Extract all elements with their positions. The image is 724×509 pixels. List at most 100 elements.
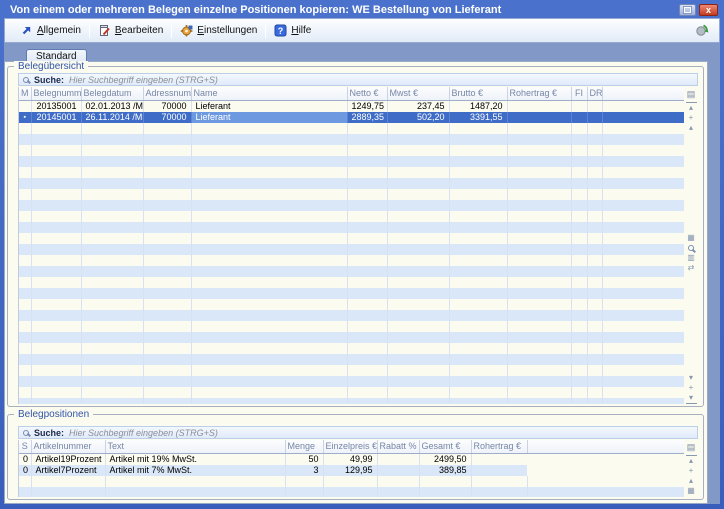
column-header[interactable]: M — [19, 87, 31, 100]
grid-view-icon[interactable]: ▦ — [686, 486, 697, 496]
list-view-icon[interactable]: ▥ — [686, 496, 697, 497]
table-row[interactable]: 0Artikel7ProzentArtikel mit 7% MwSt.3129… — [19, 465, 684, 476]
empty-row — [19, 134, 684, 145]
table-cell — [507, 100, 571, 112]
column-header[interactable] — [602, 87, 684, 100]
table-cell: 0 — [19, 453, 31, 465]
empty-row — [19, 200, 684, 211]
empty-row — [19, 288, 684, 299]
toolbar-separator — [171, 24, 172, 38]
restore-button[interactable] — [679, 4, 696, 16]
column-header[interactable]: Text — [105, 440, 285, 453]
column-header[interactable]: DR — [587, 87, 602, 100]
menu-hilfe[interactable]: ? Hilfe — [267, 22, 318, 39]
search-label: Suche: — [34, 428, 64, 438]
belege-table: MBelegnummeBelegdatumAdressnummNameNetto… — [18, 87, 684, 404]
table-cell: 3391,55 — [449, 112, 507, 123]
scroll-last-icon[interactable]: ▾ — [686, 393, 697, 404]
empty-row — [19, 332, 684, 343]
column-chooser-icon[interactable]: ▤ — [686, 88, 697, 100]
main-panel: Belegübersicht Suche: Hier Suchbegriff e… — [4, 61, 708, 504]
menu-toolbar: Allgemein Bearbeiten Einstellungen — [4, 18, 720, 43]
table-cell — [507, 112, 571, 123]
search-placeholder: Hier Suchbegriff eingeben (STRG+S) — [69, 428, 218, 438]
edit-icon — [98, 24, 111, 37]
table-cell: Lieferant — [191, 112, 347, 123]
search-icon — [23, 77, 29, 83]
empty-row — [19, 398, 684, 405]
table-cell: Artikel mit 7% MwSt. — [105, 465, 285, 476]
table-cell: 26.11.2014 /Mi — [81, 112, 143, 123]
menu-einstellungen[interactable]: Einstellungen — [173, 22, 264, 39]
column-header[interactable] — [527, 440, 684, 453]
grid-view-icon[interactable]: ▦ — [686, 233, 697, 243]
menu-label-allgemein: Allgemein — [37, 25, 81, 36]
empty-row — [19, 365, 684, 376]
table-cell — [602, 100, 684, 112]
table-cell: 20145001 — [31, 112, 81, 123]
row-down-icon[interactable]: ▾ — [686, 373, 697, 383]
column-header[interactable]: Brutto € — [449, 87, 507, 100]
table-cell: 502,20 — [387, 112, 449, 123]
column-header[interactable]: Belegnumme — [31, 87, 81, 100]
table-cell: 3 — [285, 465, 323, 476]
column-header[interactable]: Rohertrag € — [507, 87, 571, 100]
scroll-first-icon[interactable]: ▴ — [686, 455, 697, 466]
empty-row — [19, 476, 684, 487]
empty-row — [19, 244, 684, 255]
empty-row — [19, 343, 684, 354]
search-label: Suche: — [34, 75, 64, 85]
empty-row — [19, 222, 684, 233]
table-cell: 2889,35 — [347, 112, 387, 123]
table-row[interactable]: ▪2014500126.11.2014 /Mi70000Lieferant288… — [19, 112, 684, 123]
list-view-icon[interactable]: ▥ — [686, 253, 697, 263]
table-cell: 20135001 — [31, 100, 81, 112]
column-header[interactable]: Gesamt € — [419, 440, 471, 453]
table-cell — [587, 112, 602, 123]
add-row-icon[interactable]: + — [686, 383, 697, 393]
empty-row — [19, 299, 684, 310]
search-placeholder: Hier Suchbegriff eingeben (STRG+S) — [69, 75, 218, 85]
menu-allgemein[interactable]: Allgemein — [13, 22, 88, 39]
close-button[interactable]: x — [699, 4, 718, 16]
groupbox-beleguebersicht: Belegübersicht Suche: Hier Suchbegriff e… — [7, 66, 704, 407]
table-cell: 237,45 — [387, 100, 449, 112]
column-header[interactable]: Rabatt % — [377, 440, 419, 453]
column-header[interactable]: S — [19, 440, 31, 453]
table-row[interactable]: 2013500102.01.2013 /Mi70000Lieferant1249… — [19, 100, 684, 112]
row-up-icon[interactable]: ▴ — [686, 123, 697, 133]
search-field-positionen[interactable]: Suche: Hier Suchbegriff eingeben (STRG+S… — [18, 426, 698, 439]
restore-icon — [684, 7, 691, 13]
column-header[interactable]: Einzelpreis € — [323, 440, 377, 453]
column-header[interactable]: Netto € — [347, 87, 387, 100]
scroll-first-icon[interactable]: ▴ — [686, 102, 697, 113]
add-row-icon[interactable]: + — [686, 466, 697, 476]
refresh-icon[interactable] — [694, 23, 709, 38]
menu-bearbeiten[interactable]: Bearbeiten — [91, 22, 170, 39]
swap-icon[interactable]: ⇄ — [686, 263, 697, 273]
column-header[interactable]: Name — [191, 87, 347, 100]
table-cell: 1249,75 — [347, 100, 387, 112]
table-cell: 49,99 — [323, 453, 377, 465]
table-cell: 50 — [285, 453, 323, 465]
column-header[interactable]: Menge — [285, 440, 323, 453]
empty-row — [19, 123, 684, 134]
positionen-grid-rail: ▤ ▴ + ▴ ▦ ▥ — [684, 440, 698, 497]
column-header[interactable]: Artikelnummer — [31, 440, 105, 453]
column-chooser-icon[interactable]: ▤ — [686, 441, 697, 453]
zoom-icon[interactable] — [688, 245, 694, 251]
arrow-up-right-icon — [20, 24, 33, 37]
search-field-belege[interactable]: Suche: Hier Suchbegriff eingeben (STRG+S… — [18, 73, 698, 86]
table-row[interactable]: 0Artikel19ProzentArtikel mit 19% MwSt.50… — [19, 453, 684, 465]
table-cell: 70000 — [143, 100, 191, 112]
column-header[interactable]: Belegdatum — [81, 87, 143, 100]
table-cell: Artikel mit 19% MwSt. — [105, 453, 285, 465]
column-header[interactable]: Adressnumm — [143, 87, 191, 100]
table-cell: 129,95 — [323, 465, 377, 476]
add-row-icon[interactable]: + — [686, 113, 697, 123]
empty-row — [19, 310, 684, 321]
column-header[interactable]: Rohertrag € — [471, 440, 527, 453]
column-header[interactable]: Mwst € — [387, 87, 449, 100]
column-header[interactable]: FI — [571, 87, 587, 100]
row-up-icon[interactable]: ▴ — [686, 476, 697, 486]
